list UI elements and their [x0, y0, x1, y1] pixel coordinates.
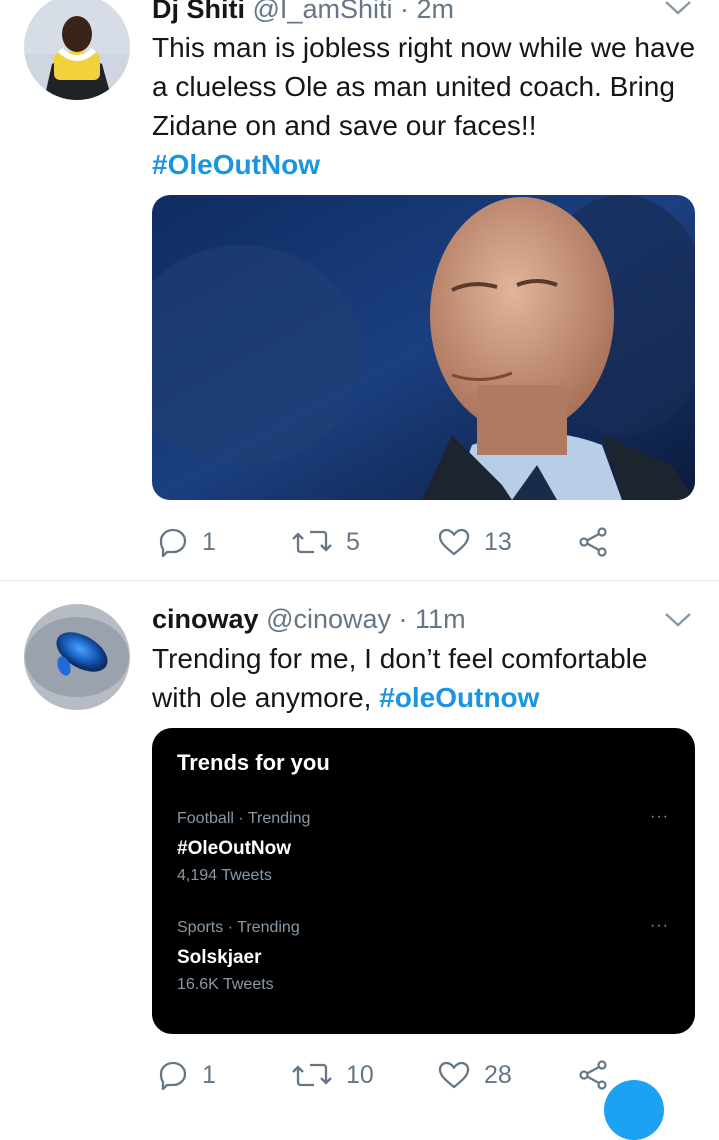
reply-count: 1 [202, 1060, 216, 1089]
share-button[interactable] [578, 522, 610, 562]
reply-icon [159, 1061, 187, 1090]
retweet-count: 10 [346, 1060, 374, 1089]
reply-count: 1 [202, 527, 216, 556]
trend-name: Solskjaer [177, 947, 262, 968]
trend-tweet-count: 16.6K Tweets [177, 976, 274, 993]
like-icon [438, 1061, 470, 1089]
trends-title: Trends for you [177, 750, 330, 775]
like-count: 13 [484, 527, 512, 556]
tweet[interactable]: Dj Shiti @I_amShiti · 2m This man is job… [0, 0, 719, 580]
tweet-photo[interactable] [152, 195, 695, 500]
avatar[interactable] [24, 604, 130, 710]
hashtag-link[interactable]: #oleOutnow [379, 682, 539, 713]
reply-icon [159, 528, 187, 557]
tweet[interactable]: cinoway @cinoway · 11m Trending for me, … [0, 581, 719, 1090]
tweet-actions: 1 10 28 [152, 1055, 672, 1095]
tweet-header: cinoway @cinoway · 11m [152, 604, 466, 635]
display-name[interactable]: Dj Shiti [152, 0, 245, 24]
trend-tweet-count: 4,194 Tweets [177, 867, 272, 884]
share-button[interactable] [578, 1055, 610, 1095]
timestamp[interactable]: · 11m [399, 604, 466, 634]
tweet-actions: 1 5 13 [152, 522, 672, 562]
retweet-count: 5 [346, 527, 360, 556]
like-icon [438, 528, 470, 556]
retweet-icon [292, 1063, 332, 1087]
tweet-body: This man is jobless right now while we h… [152, 32, 696, 141]
like-button[interactable]: 28 [438, 1055, 512, 1095]
compose-tweet-button[interactable] [604, 1080, 664, 1140]
more-icon: ··· [650, 808, 669, 825]
like-button[interactable]: 13 [438, 522, 512, 562]
retweet-button[interactable]: 10 [292, 1055, 374, 1095]
tweet-header: Dj Shiti @I_amShiti · 2m [152, 0, 454, 25]
hashtag-link[interactable]: #OleOutNow [152, 149, 320, 180]
tweet-text: Trending for me, I don’t feel comfortabl… [152, 639, 702, 717]
trend-name: #OleOutNow [177, 838, 292, 859]
tweet-text: This man is jobless right now while we h… [152, 28, 702, 184]
trends-screenshot[interactable]: Trends for you Football · Trending ··· #… [152, 728, 695, 1034]
share-icon [579, 1060, 607, 1090]
user-handle[interactable]: @I_amShiti [253, 0, 393, 24]
chevron-down-icon[interactable] [664, 612, 692, 632]
more-icon: ··· [650, 917, 669, 934]
retweet-button[interactable]: 5 [292, 522, 360, 562]
reply-button[interactable]: 1 [158, 522, 216, 562]
trend-category: Football · Trending [177, 810, 311, 827]
retweet-icon [292, 530, 332, 554]
display-name[interactable]: cinoway [152, 604, 259, 634]
trend-category: Sports · Trending [177, 919, 300, 936]
reply-button[interactable]: 1 [158, 1055, 216, 1095]
avatar[interactable] [24, 0, 130, 100]
chevron-down-icon[interactable] [664, 0, 692, 20]
like-count: 28 [484, 1060, 512, 1089]
user-handle[interactable]: @cinoway [266, 604, 391, 634]
share-icon [579, 527, 607, 557]
timestamp[interactable]: · 2m [400, 0, 454, 24]
